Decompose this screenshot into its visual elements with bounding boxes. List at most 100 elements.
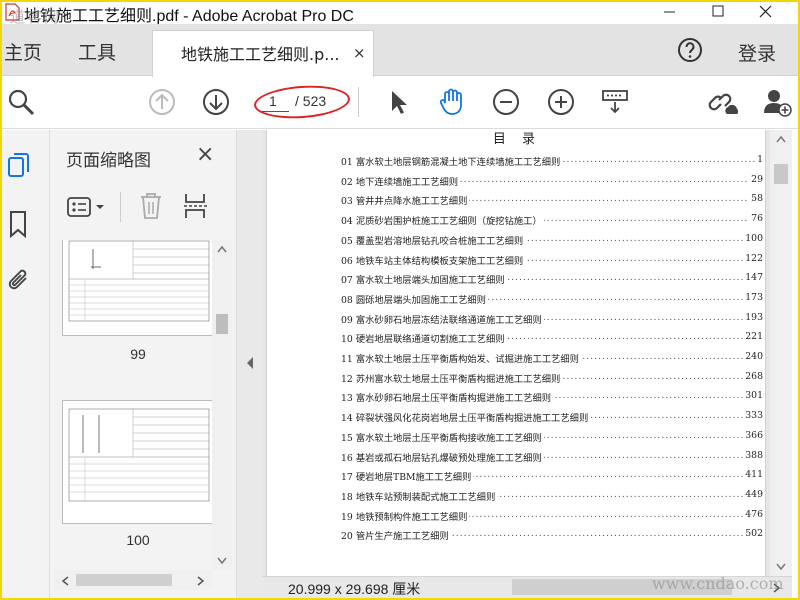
thumbnails-horizontal-scrollbar[interactable]: [54, 570, 212, 590]
toc-entry[interactable]: ........................................…: [341, 251, 763, 267]
insert-page-icon[interactable]: [182, 192, 210, 220]
toc-entry-number: 08: [341, 294, 353, 306]
thumbnail-page-99[interactable]: [62, 240, 212, 336]
toc-entry-title: 泥质砂岩围护桩施工工艺细则（旋挖钻施工）: [355, 216, 542, 228]
toc-entry[interactable]: ........................................…: [341, 369, 763, 385]
thumbnails-panel-title: 页面缩略图: [66, 151, 151, 171]
toolbar: 1 / 523: [2, 77, 798, 129]
toc-entry-label: 08 圆砾地层端头加固施工工艺细则: [341, 291, 488, 306]
doc-scroll-down-arrow-icon[interactable]: [775, 562, 787, 572]
doc-scroll-up-arrow-icon[interactable]: [775, 134, 787, 144]
thumbnails-panel: 页面缩略图 × 99 100: [50, 130, 236, 598]
close-panel-button[interactable]: ×: [196, 142, 214, 167]
link-share-icon[interactable]: [708, 87, 738, 117]
toc-entry-number: 16: [341, 452, 353, 464]
toc-entry-title: 管井井点降水施工工艺细则: [355, 196, 468, 208]
toc-entry-page: 100: [743, 232, 763, 244]
title-bar: 地铁施工工艺细则.pdf - Adobe Acrobat Pro DC: [2, 2, 798, 25]
thumbnails-vertical-scrollbar[interactable]: [212, 240, 232, 570]
highlight-oval: [253, 82, 351, 122]
toc-entry-title: 基岩或孤石地层钻孔爆破预处理施工工艺细则: [355, 452, 542, 464]
panel-collapse-handle[interactable]: [236, 130, 262, 598]
page-down-icon[interactable]: [201, 87, 231, 117]
attachment-icon[interactable]: [6, 266, 32, 294]
zoom-in-icon[interactable]: [546, 87, 576, 117]
thumbnail-page-100[interactable]: [62, 400, 212, 524]
zoom-out-icon[interactable]: [491, 87, 521, 117]
toc-entry[interactable]: ........................................…: [341, 428, 763, 444]
toc-entry[interactable]: ........................................…: [341, 388, 763, 405]
collapse-arrow-icon[interactable]: [245, 356, 255, 370]
toc-entry[interactable]: ........................................…: [341, 507, 763, 523]
thumbnails-list: 99 100: [54, 240, 212, 570]
toc-entry-title: 富水软土地层端头加固施工工艺细则: [355, 275, 505, 287]
toc-entry-title: 苏州富水软土地层土压平衡盾构掘进施工工艺细则: [355, 373, 561, 385]
scroll-right-arrow-icon[interactable]: [196, 575, 206, 587]
search-icon[interactable]: [6, 87, 36, 117]
page-thumbnails-icon[interactable]: [6, 152, 32, 180]
maximize-button[interactable]: [696, 2, 740, 22]
toc-entry-number: 17: [341, 472, 353, 484]
toc-entry-title: 富水砂卵石地层冻结法联络通道施工工艺细则: [355, 314, 542, 326]
toc-entry-number: 18: [341, 491, 353, 503]
close-window-button[interactable]: [744, 2, 788, 22]
delete-page-icon[interactable]: [138, 192, 164, 220]
toc-entry[interactable]: ........................................…: [341, 467, 763, 484]
toc-entry[interactable]: ........................................…: [341, 211, 763, 228]
toc-entry-label: 18 地铁车站预制装配式施工工艺细则: [341, 488, 498, 503]
toc-entry-label: 12 苏州富水软土地层土压平衡盾构掘进施工工艺细则: [341, 370, 563, 385]
toc-entry[interactable]: ........................................…: [341, 329, 763, 346]
thumbnails-hscroll-thumb[interactable]: [76, 574, 172, 586]
bookmark-icon[interactable]: [6, 210, 32, 238]
toc-entry[interactable]: ........................................…: [341, 448, 763, 464]
toc-entry-title: 圆砾地层端头加固施工工艺细则: [355, 294, 486, 306]
tools-tab[interactable]: 工具: [78, 38, 116, 65]
thumbnail-label-99: 99: [130, 346, 146, 362]
document-vertical-scrollbar[interactable]: [770, 130, 792, 576]
toc-entry-number: 11: [341, 354, 353, 365]
thumbnail-options-icon[interactable]: [66, 196, 110, 220]
toc-entry-page: 122: [743, 252, 763, 264]
help-icon[interactable]: [676, 36, 704, 64]
document-tab[interactable]: 地铁施工工艺细则.p... ×: [152, 30, 374, 77]
scroll-mode-icon[interactable]: [600, 87, 630, 117]
window-title: 地铁施工工艺细则.pdf - Adobe Acrobat Pro DC: [24, 8, 354, 25]
toc-entry[interactable]: ........................................…: [341, 231, 763, 247]
toc-entry[interactable]: ........................................…: [341, 172, 763, 188]
toc-entry-number: 04: [341, 216, 353, 228]
toc-entry-label: 11 富水软土地层土压平衡盾构始发、试掘进施工工艺细则: [341, 351, 581, 365]
toc-entry-number: 02: [341, 176, 353, 188]
scroll-down-arrow-icon[interactable]: [216, 556, 228, 566]
document-scroll-thumb[interactable]: [774, 164, 788, 184]
toc-entry[interactable]: ........................................…: [341, 270, 763, 287]
toc-entry[interactable]: ........................................…: [341, 487, 763, 503]
add-user-icon[interactable]: [762, 87, 792, 117]
toc-entry[interactable]: ........................................…: [341, 408, 763, 425]
minimize-button[interactable]: [648, 2, 692, 22]
login-button[interactable]: 登录: [738, 39, 776, 66]
page-up-icon[interactable]: [147, 87, 177, 117]
toc-entry-label: 13 富水砂卵石地层土压平衡盾构掘进施工工艺细则: [341, 390, 554, 405]
toc-entry[interactable]: ........................................…: [341, 290, 763, 306]
toc-entry[interactable]: ........................................…: [341, 349, 763, 365]
toc-entry[interactable]: ........................................…: [341, 310, 763, 326]
scroll-left-arrow-icon[interactable]: [60, 575, 70, 587]
toc-entry[interactable]: ........................................…: [341, 526, 763, 543]
toc-entry-label: 03 管井井点降水施工工艺细则: [341, 193, 470, 208]
hand-tool-icon[interactable]: [437, 87, 467, 117]
toc-entry[interactable]: ........................................…: [341, 191, 763, 208]
watermark-bottom: www.cndao.com: [652, 574, 784, 593]
toc-entry[interactable]: ........................................…: [341, 152, 763, 168]
thumbnail-tools: [58, 188, 234, 226]
select-cursor-icon[interactable]: [384, 87, 414, 117]
toc-entry-title: 地下连续墙施工工艺细则: [355, 176, 459, 188]
document-viewer[interactable]: 目 录 ....................................…: [262, 130, 770, 576]
toc-entry-page: 411: [743, 469, 763, 481]
home-tab[interactable]: 主页: [4, 38, 42, 65]
toc-entry-label: 16 基岩或孤石地层钻孔爆破预处理施工工艺细则: [341, 449, 544, 464]
close-tab-button[interactable]: ×: [353, 44, 366, 62]
thumbnails-scroll-thumb[interactable]: [216, 314, 228, 334]
nav-bar: 主页 工具 地铁施工工艺细则.p... × 登录: [2, 24, 798, 77]
scroll-up-arrow-icon[interactable]: [216, 244, 228, 254]
toc-entry-title: 地铁车站主体结构模板支架施工工艺细则: [355, 255, 524, 267]
